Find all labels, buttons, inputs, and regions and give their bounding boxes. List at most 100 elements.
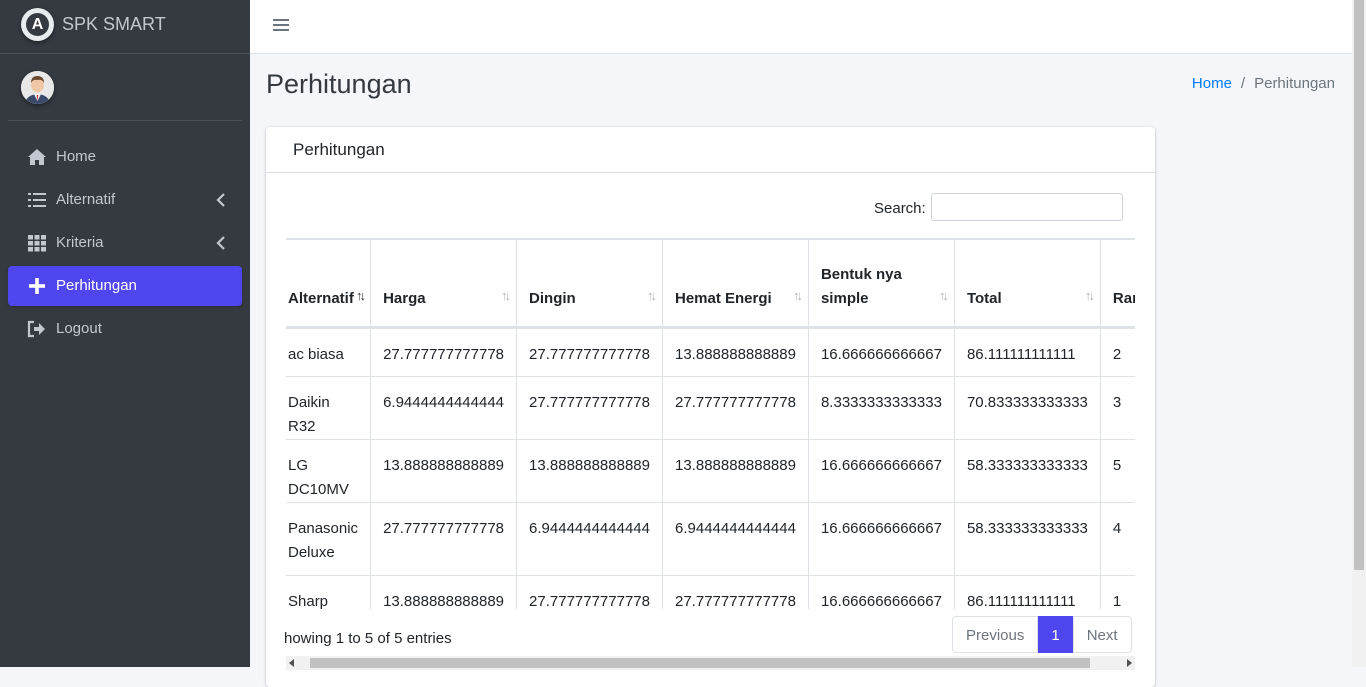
sidebar-item-perhitungan[interactable]: Perhitungan xyxy=(8,266,242,306)
cell-bentuk: 8.3333333333333 xyxy=(807,376,955,440)
sidebar-item-label: Alternatif xyxy=(56,191,116,208)
cell-bentuk: 16.666666666667 xyxy=(807,327,955,377)
sort-asc-icon: ↑↓ xyxy=(356,288,366,303)
card-title: Perhitungan xyxy=(293,140,385,159)
cell-dingin: 6.9444444444444 xyxy=(516,502,663,576)
table-header-row: Alternatif ↑↓ Harga ↑↓ Dingin ↑↓ Hemat Ener… xyxy=(286,238,1135,329)
cell-alternatif: ac biasa xyxy=(286,327,371,377)
cell-total: 86.111111111111 xyxy=(953,575,1101,609)
cell-dingin: 27.777777777778 xyxy=(516,376,663,440)
sidebar-item-home[interactable]: Home xyxy=(8,137,242,177)
column-header-bentuk[interactable]: Bentuk nya simple ↑↓ xyxy=(807,238,955,329)
home-icon xyxy=(28,149,46,165)
table-info: howing 1 to 5 of 5 entries xyxy=(284,630,452,647)
cell-dingin: 27.777777777778 xyxy=(516,327,663,377)
column-header-rank[interactable]: Rank xyxy=(1099,238,1135,329)
table-row: Panasonic Deluxe 27.777777777778 6.94444… xyxy=(286,502,1135,576)
breadcrumb-separator: / xyxy=(1240,75,1246,92)
brand-name: SPK SMART xyxy=(62,14,166,34)
chevron-left-icon xyxy=(216,236,225,250)
brand-logo-icon: A xyxy=(21,8,54,41)
cell-bentuk: 16.666666666667 xyxy=(807,575,955,609)
cell-hemat-energi: 6.9444444444444 xyxy=(662,502,809,576)
sort-icon: ↑↓ xyxy=(1084,288,1095,303)
cell-alternatif: Sharp Freon R32 xyxy=(286,575,371,609)
plus-icon xyxy=(29,278,45,294)
cell-total: 58.333333333333 xyxy=(953,439,1101,503)
cell-harga: 27.777777777778 xyxy=(370,502,517,576)
cell-bentuk: 16.666666666667 xyxy=(807,439,955,503)
sort-icon: ↑↓ xyxy=(792,288,803,303)
previous-page-button[interactable]: Previous xyxy=(952,616,1039,653)
sidebar-item-label: Kriteria xyxy=(56,234,104,251)
avatar[interactable] xyxy=(21,71,54,104)
cell-alternatif: Daikin R32 xyxy=(286,376,371,440)
top-navbar xyxy=(250,0,1352,54)
sidebar-item-alternatif[interactable]: Alternatif xyxy=(8,180,242,220)
cell-harga: 6.9444444444444 xyxy=(370,376,517,440)
chevron-left-icon xyxy=(216,193,225,207)
page-1-button[interactable]: 1 xyxy=(1038,616,1073,653)
cell-hemat-energi: 13.888888888889 xyxy=(662,327,809,377)
table-row: Sharp Freon R32 13.888888888889 27.77777… xyxy=(286,575,1135,609)
perhitungan-card: Perhitungan Search: Alternatif ↑↓ Harga ↑↓… xyxy=(266,127,1155,687)
cell-total: 70.833333333333 xyxy=(953,376,1101,440)
scroll-right-icon[interactable] xyxy=(1127,659,1132,667)
cell-total: 58.333333333333 xyxy=(953,502,1101,576)
column-header-hemat-energi[interactable]: Hemat Energi ↑↓ xyxy=(662,238,809,329)
sort-icon: ↑↓ xyxy=(501,288,511,303)
cell-rank: 5 xyxy=(1099,439,1135,503)
cell-rank: 4 xyxy=(1099,502,1135,576)
next-page-button[interactable]: Next xyxy=(1072,616,1132,653)
sidebar-item-kriteria[interactable]: Kriteria xyxy=(8,223,242,263)
sidebar-item-label: Logout xyxy=(56,320,102,337)
scroll-left-icon[interactable] xyxy=(289,659,294,667)
grid-icon xyxy=(28,235,46,252)
column-header-dingin[interactable]: Dingin ↑↓ xyxy=(516,238,663,329)
perhitungan-table: Alternatif ↑↓ Harga ↑↓ Dingin ↑↓ Hemat Ener… xyxy=(286,238,1135,609)
cell-rank: 2 xyxy=(1099,327,1135,377)
sidebar: A SPK SMART Home Alternatif Kriteria Per… xyxy=(0,0,250,667)
table-wrapper: Alternatif ↑↓ Harga ↑↓ Dingin ↑↓ Hemat Ener… xyxy=(286,238,1135,609)
table-row: ac biasa 27.777777777778 27.777777777778… xyxy=(286,327,1135,377)
cell-dingin: 13.888888888889 xyxy=(516,439,663,503)
sort-icon: ↑↓ xyxy=(938,288,949,303)
sidebar-item-logout[interactable]: Logout xyxy=(8,309,242,349)
cell-hemat-energi: 27.777777777778 xyxy=(662,575,809,609)
brand-link[interactable]: A SPK SMART xyxy=(0,0,250,54)
menu-toggle-icon[interactable] xyxy=(273,18,289,32)
table-row: Daikin R32 6.9444444444444 27.7777777777… xyxy=(286,376,1135,440)
sign-out-icon xyxy=(27,320,45,338)
cell-total: 86.111111111111 xyxy=(953,327,1101,377)
sidebar-item-label: Perhitungan xyxy=(56,277,137,294)
cell-rank: 3 xyxy=(1099,376,1135,440)
column-header-total[interactable]: Total ↑↓ xyxy=(953,238,1101,329)
sidebar-item-label: Home xyxy=(56,148,97,165)
cell-rank: 1 xyxy=(1099,575,1135,609)
card-header: Perhitungan xyxy=(266,127,1155,173)
breadcrumb-current: Perhitungan xyxy=(1254,75,1335,92)
search-input[interactable] xyxy=(931,193,1123,221)
cell-alternatif: Panasonic Deluxe xyxy=(286,502,371,576)
cell-alternatif: LG DC10MV xyxy=(286,439,371,503)
breadcrumb-home-link[interactable]: Home xyxy=(1192,75,1232,92)
table-row: LG DC10MV 13.888888888889 13.88888888888… xyxy=(286,439,1135,503)
cell-hemat-energi: 13.888888888889 xyxy=(662,439,809,503)
pagination: Previous 1 Next xyxy=(952,616,1132,653)
page-title: Perhitungan xyxy=(266,69,412,99)
page-scrollbar[interactable] xyxy=(1352,0,1366,667)
breadcrumb: Home / Perhitungan xyxy=(1192,75,1335,92)
scrollbar-thumb[interactable] xyxy=(1354,0,1364,570)
search-label: Search: xyxy=(874,200,926,217)
column-header-alternatif[interactable]: Alternatif ↑↓ xyxy=(286,238,371,329)
table-horizontal-scrollbar[interactable] xyxy=(286,656,1135,670)
cell-harga: 27.777777777778 xyxy=(370,327,517,377)
sort-icon: ↑↓ xyxy=(647,288,657,303)
column-header-harga[interactable]: Harga ↑↓ xyxy=(370,238,517,329)
cell-harga: 13.888888888889 xyxy=(370,575,517,609)
cell-bentuk: 16.666666666667 xyxy=(807,502,955,576)
cell-hemat-energi: 27.777777777778 xyxy=(662,376,809,440)
user-panel xyxy=(8,54,242,121)
list-icon xyxy=(28,193,46,207)
cell-dingin: 27.777777777778 xyxy=(516,575,663,609)
